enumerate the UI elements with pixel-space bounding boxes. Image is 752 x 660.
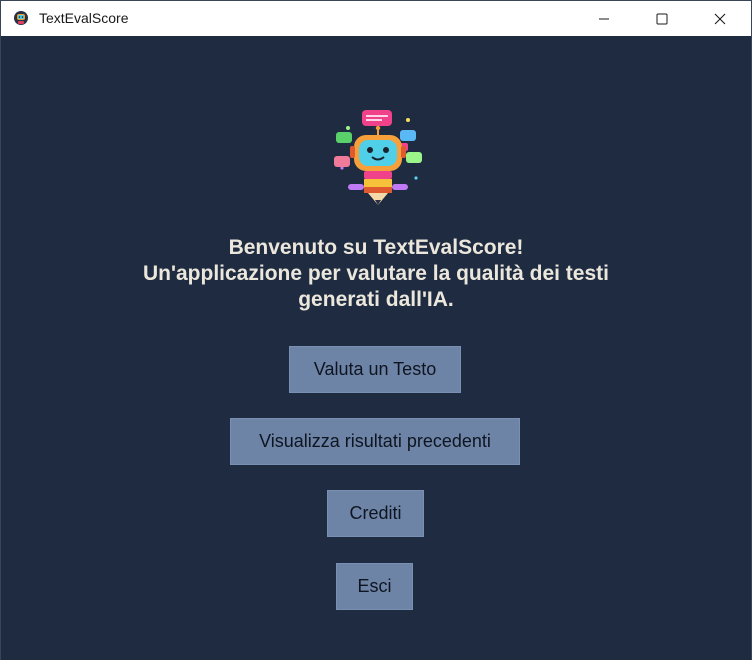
exit-button[interactable]: Esci — [336, 563, 413, 610]
welcome-line-2: Un'applicazione per valutare la qualità … — [143, 262, 609, 285]
maximize-button[interactable] — [633, 1, 691, 36]
welcome-line-3: generati dall'IA. — [298, 288, 454, 311]
evaluate-text-button[interactable]: Valuta un Testo — [289, 346, 461, 393]
main-panel: Benvenuto su TextEvalScore! Un'applicazi… — [1, 36, 751, 660]
welcome-line-1: Benvenuto su TextEvalScore! — [228, 236, 524, 259]
title-bar[interactable]: TextEvalScore — [1, 1, 751, 36]
view-previous-results-button[interactable]: Visualizza risultati precedenti — [230, 418, 520, 465]
close-button[interactable] — [691, 1, 749, 36]
robot-app-icon — [14, 11, 28, 25]
welcome-message: Benvenuto su TextEvalScore! Un'applicazi… — [61, 235, 691, 313]
maximize-icon — [656, 13, 668, 24]
credits-button[interactable]: Crediti — [327, 490, 424, 537]
close-icon — [714, 13, 726, 24]
app-window: TextEvalScore Benvenuto su TextEvalScore… — [0, 0, 752, 660]
minimize-button[interactable] — [575, 1, 633, 36]
minimize-icon — [599, 18, 609, 19]
window-title: TextEvalScore — [39, 10, 129, 26]
robot-chat-logo — [334, 110, 422, 205]
